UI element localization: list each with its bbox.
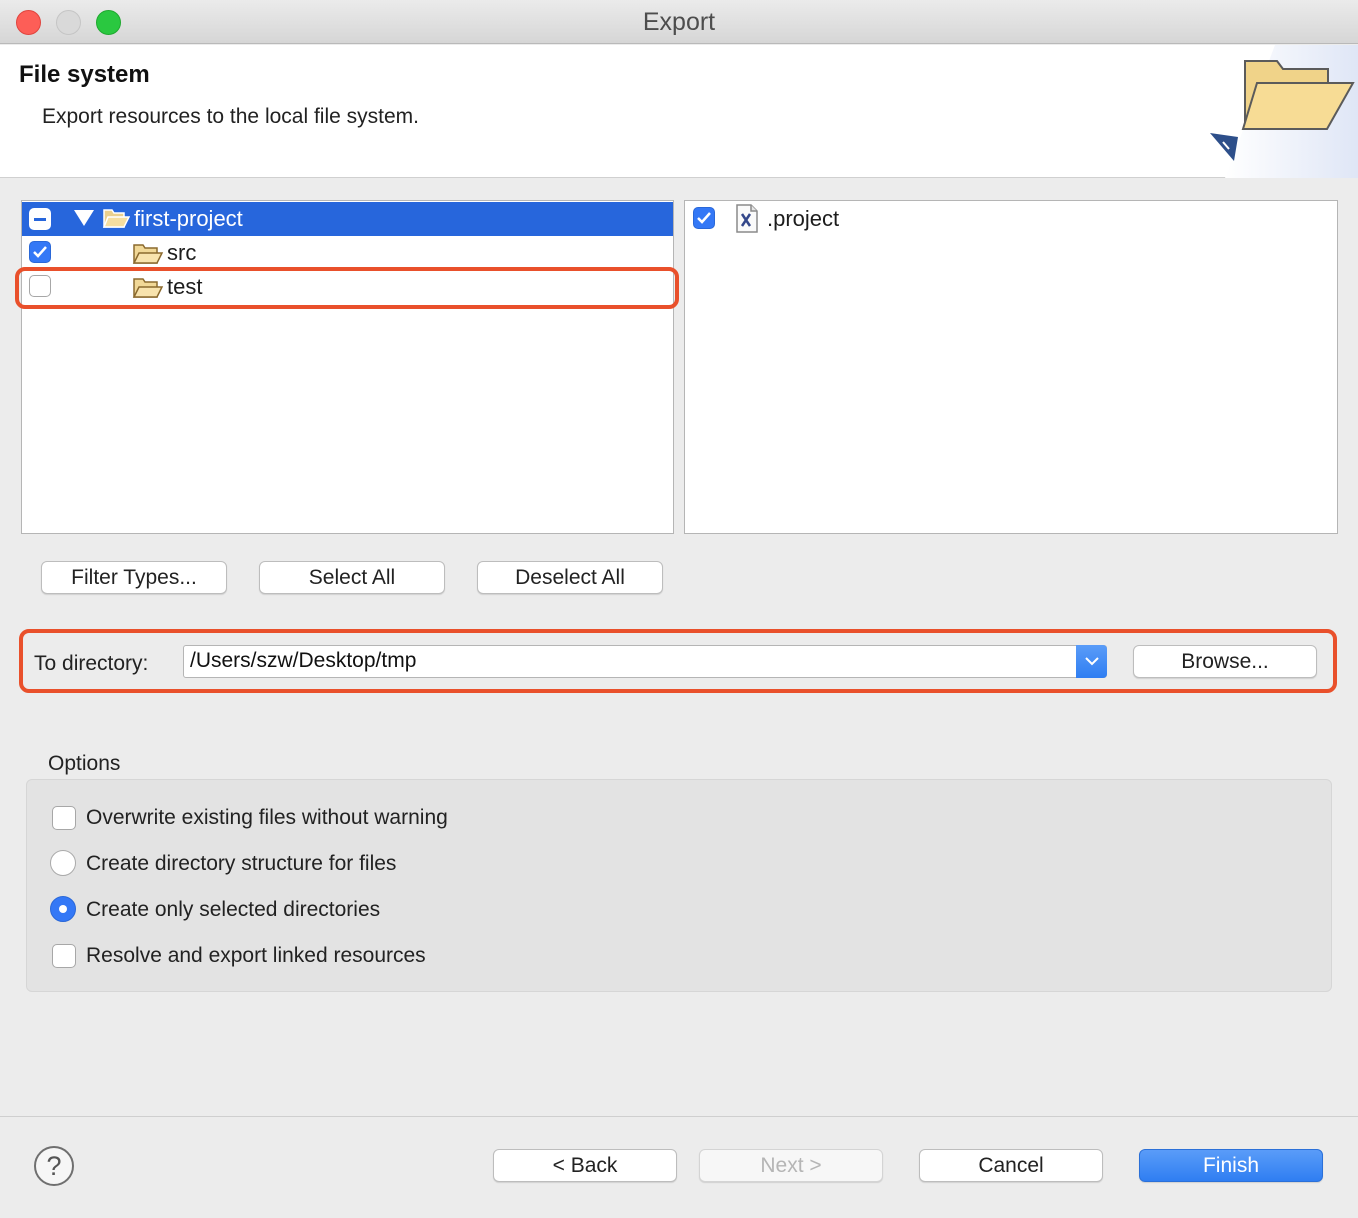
back-button[interactable]: < Back xyxy=(493,1149,677,1182)
create-selected-radio[interactable] xyxy=(50,896,76,922)
file-item-checkbox[interactable] xyxy=(693,207,715,229)
select-all-button[interactable]: Select All xyxy=(259,561,445,594)
to-directory-label: To directory: xyxy=(34,652,149,675)
create-structure-label[interactable]: Create directory structure for files xyxy=(86,852,396,876)
resolve-linked-checkbox[interactable] xyxy=(52,944,76,968)
folder-icon xyxy=(132,244,164,264)
radio-dot-icon xyxy=(59,905,67,913)
expand-triangle-icon[interactable] xyxy=(74,210,94,226)
tree-item-src[interactable]: src xyxy=(22,236,673,270)
export-folder-icon xyxy=(1210,45,1358,178)
tree-item-checkbox[interactable] xyxy=(29,241,51,263)
file-item-project[interactable]: .project xyxy=(685,202,1337,236)
file-item-label: .project xyxy=(767,206,840,231)
file-list[interactable]: .project xyxy=(684,200,1338,534)
directory-dropdown-button[interactable] xyxy=(1076,645,1107,678)
checkmark-icon xyxy=(33,246,47,258)
tree-item-first-project[interactable]: first-project xyxy=(22,202,673,236)
title-bar: Export xyxy=(0,0,1358,44)
help-button[interactable]: ? xyxy=(34,1146,74,1186)
tree-item-label: first-project xyxy=(134,206,243,231)
open-folder-icon xyxy=(102,209,130,228)
cancel-button[interactable]: Cancel xyxy=(919,1149,1103,1182)
page-title: File system xyxy=(19,61,150,88)
finish-button[interactable]: Finish xyxy=(1139,1149,1323,1182)
options-title: Options xyxy=(48,752,121,775)
tree-item-label: src xyxy=(167,240,197,265)
overwrite-label[interactable]: Overwrite existing files without warning xyxy=(86,806,448,830)
create-selected-label[interactable]: Create only selected directories xyxy=(86,898,380,922)
window-title: Export xyxy=(642,8,716,36)
filter-types-button[interactable]: Filter Types... xyxy=(41,561,227,594)
xml-file-icon xyxy=(736,204,758,233)
tree-item-checkbox[interactable] xyxy=(29,208,51,230)
create-structure-radio[interactable] xyxy=(50,850,76,876)
resource-tree[interactable]: first-project src test xyxy=(21,200,674,534)
page-description: Export resources to the local file syste… xyxy=(42,105,419,128)
deselect-all-button[interactable]: Deselect All xyxy=(477,561,663,594)
next-button: Next > xyxy=(699,1149,883,1182)
directory-combo-input[interactable]: /Users/szw/Desktop/tmp xyxy=(183,645,1107,678)
overwrite-checkbox[interactable] xyxy=(52,806,76,830)
footer-separator xyxy=(0,1116,1358,1117)
mixed-state-icon xyxy=(34,217,46,221)
wizard-header: File system Export resources to the loca… xyxy=(0,45,1358,178)
resolve-linked-label[interactable]: Resolve and export linked resources xyxy=(86,944,426,968)
chevron-down-icon xyxy=(1084,657,1099,666)
checkmark-icon xyxy=(697,212,711,224)
browse-button[interactable]: Browse... xyxy=(1133,645,1317,678)
test-row-highlight xyxy=(15,267,679,309)
